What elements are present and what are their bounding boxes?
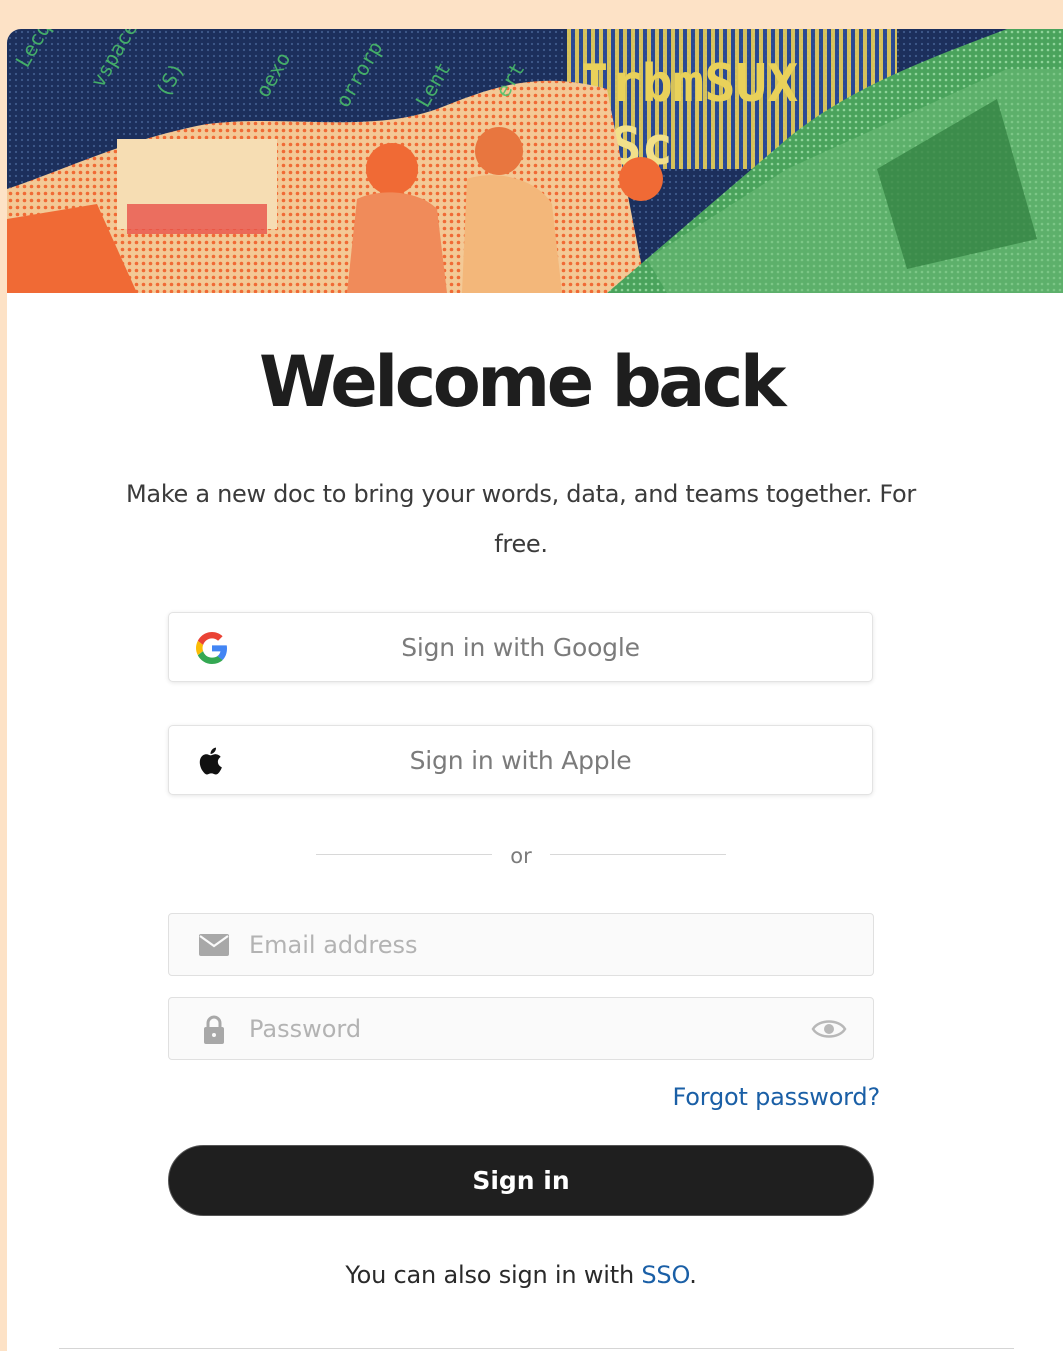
sign-in-with-apple-button[interactable]: Sign in with Apple [168, 725, 873, 795]
password-field [168, 997, 874, 1060]
email-input[interactable] [249, 914, 799, 975]
page-subtitle: Make a new doc to bring your words, data… [126, 480, 916, 558]
page: IrbmSUX ?Sc Lecqn vspace (S) oexo orrorp… [0, 0, 1063, 1351]
sso-suffix-text: . [689, 1261, 697, 1289]
sso-link[interactable]: SSO [641, 1261, 689, 1289]
mail-icon [199, 934, 229, 956]
or-divider: or [316, 839, 726, 873]
divider-line-right [550, 854, 726, 855]
sign-in-with-google-button[interactable]: Sign in with Google [168, 612, 873, 682]
svg-text:IrbmSUX: IrbmSUX [579, 54, 798, 114]
apple-button-label: Sign in with Apple [409, 746, 632, 775]
sign-in-button[interactable]: Sign in [168, 1145, 874, 1216]
sso-prefix-text: You can also sign in with [345, 1261, 642, 1289]
password-input[interactable] [249, 998, 799, 1059]
email-field [168, 913, 874, 976]
hero-illustration: IrbmSUX ?Sc Lecqn vspace (S) oexo orrorp… [7, 29, 1063, 293]
footer-divider [59, 1348, 1014, 1349]
divider-text: or [510, 844, 532, 868]
forgot-password-link[interactable]: Forgot password? [672, 1080, 880, 1114]
sso-prompt: You can also sign in with SSO. [7, 1258, 1035, 1292]
lock-icon [204, 1015, 224, 1044]
page-title: Welcome back [259, 341, 786, 423]
google-button-label: Sign in with Google [401, 633, 640, 662]
login-card: IrbmSUX ?Sc Lecqn vspace (S) oexo orrorp… [7, 29, 1063, 1351]
eye-icon[interactable] [811, 1015, 847, 1043]
